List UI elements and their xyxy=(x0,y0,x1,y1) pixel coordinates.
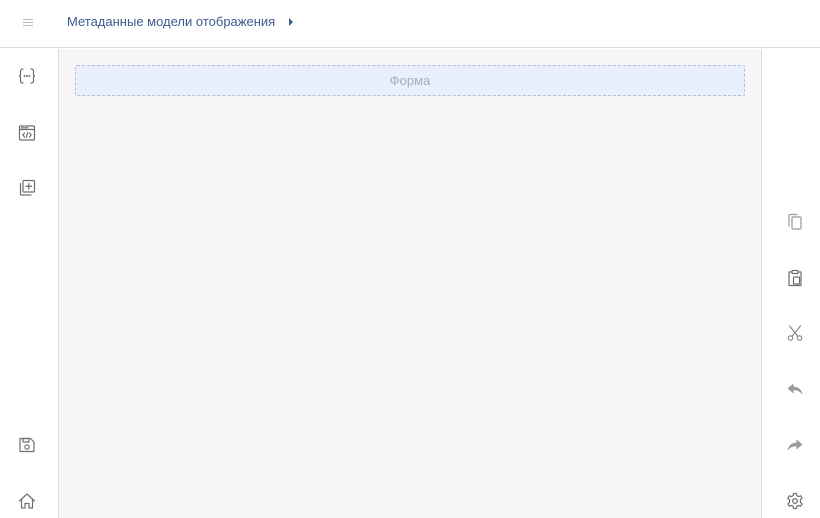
hamburger-icon[interactable] xyxy=(20,14,36,30)
undo-icon[interactable] xyxy=(783,377,807,401)
home-icon[interactable] xyxy=(15,489,39,513)
settings-icon[interactable] xyxy=(783,489,807,513)
breadcrumb-item-display-model-metadata[interactable]: Метаданные модели отображения xyxy=(67,14,275,29)
breadcrumb: Метаданные модели отображения xyxy=(67,13,294,29)
redo-icon[interactable] xyxy=(783,433,807,457)
cut-icon[interactable] xyxy=(783,321,807,345)
copy-icon[interactable] xyxy=(783,210,807,234)
form-canvas: Форма xyxy=(59,49,761,518)
code-window-icon[interactable] xyxy=(15,121,39,145)
braces-code-icon[interactable] xyxy=(15,64,39,88)
paste-icon[interactable] xyxy=(783,266,807,290)
form-drop-zone[interactable]: Форма xyxy=(75,65,745,96)
save-icon[interactable] xyxy=(15,433,39,457)
right-toolbar xyxy=(761,49,820,518)
top-bar: Метаданные модели отображения xyxy=(0,0,820,48)
breadcrumb-caret-icon[interactable] xyxy=(289,17,294,26)
add-layer-icon[interactable] xyxy=(15,176,39,200)
left-toolbar xyxy=(0,49,59,518)
